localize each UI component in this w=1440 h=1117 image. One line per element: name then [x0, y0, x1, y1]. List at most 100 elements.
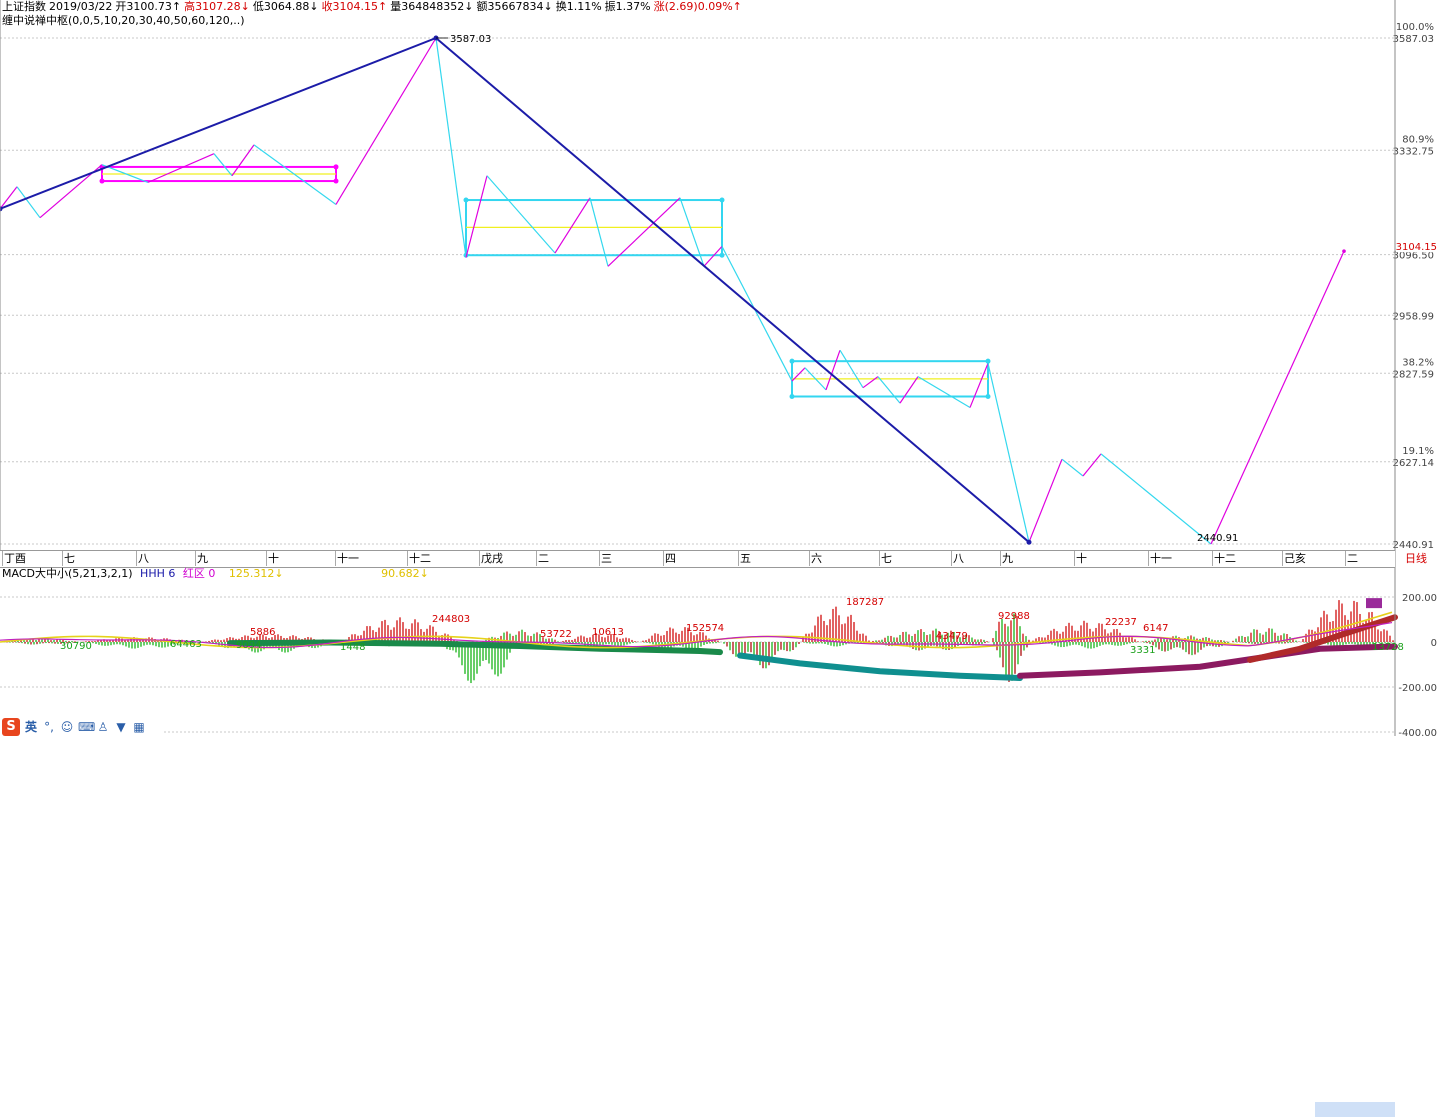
- macd-axis-label: -400.00: [1398, 728, 1437, 736]
- stroke-segment: [917, 376, 971, 409]
- macd-peak-label: 6147: [1143, 623, 1169, 634]
- time-separator: [195, 551, 196, 566]
- quote-header: 上证指数 2019/03/22 开3100.73↑ 高3107.28↓ 低3064.88…: [2, 0, 745, 14]
- price-axis-label: 2627.14: [1393, 458, 1434, 469]
- price-axis-label: 2827.59: [1393, 369, 1434, 380]
- time-separator: [951, 551, 952, 566]
- stroke-segment: [435, 37, 467, 258]
- time-separator: [599, 551, 600, 566]
- price-axis-label: 3332.75: [1393, 146, 1434, 157]
- pivot-corner: [719, 252, 725, 258]
- price-axis-label: 2958.99: [1393, 311, 1434, 322]
- time-separator: [407, 551, 408, 566]
- time-tick: 丁酉: [4, 552, 26, 565]
- current-period-highlight: [1315, 1102, 1395, 1117]
- macd-band: [737, 652, 1023, 681]
- ime-mode-label[interactable]: 英: [24, 720, 38, 734]
- stroke-segment: [231, 144, 255, 177]
- macd-peak-label: 152574: [686, 623, 725, 634]
- period-daily-label[interactable]: 日线: [1405, 551, 1427, 566]
- pivot-boxes: [99, 164, 991, 400]
- time-tick: 五: [740, 552, 751, 565]
- pivot-corner: [719, 197, 725, 203]
- time-separator: [1345, 551, 1346, 566]
- indicator-title: 缠中说禅中枢(0,0,5,10,20,30,40,50,60,120,..): [2, 14, 245, 27]
- macd-trough-label: 1448: [340, 642, 366, 653]
- macd-hhh: HHH 6: [140, 567, 176, 580]
- time-tick: 十一: [1150, 552, 1172, 565]
- time-tick: 六: [811, 552, 822, 565]
- percent-label: 38.2%: [1402, 357, 1434, 368]
- stroke-segment: [1082, 453, 1102, 477]
- time-separator: [1212, 551, 1213, 566]
- stroke-segment: [987, 363, 1030, 543]
- stroke-segment: [1028, 458, 1063, 543]
- time-tick: 十一: [337, 552, 359, 565]
- stroke-segment: [825, 349, 841, 391]
- stroke-segment: [16, 186, 41, 219]
- time-tick: 三: [601, 552, 612, 565]
- time-separator: [536, 551, 537, 566]
- pivot-corner: [789, 394, 795, 400]
- macd-grid: [0, 596, 1395, 733]
- stroke-segment: [147, 153, 215, 183]
- current-price-label: 3104.15: [1396, 242, 1437, 253]
- time-separator: [879, 551, 880, 566]
- time-tick: 八: [953, 552, 964, 565]
- quote-close: 收3104.15↑: [321, 0, 388, 13]
- emoji-icon[interactable]: ☺: [60, 720, 74, 734]
- stroke-segment: [554, 197, 591, 254]
- percent-label: 100.0%: [1396, 22, 1434, 33]
- macd-trough-label: 13728: [1372, 642, 1404, 653]
- macd-peak-label: 53722: [540, 629, 572, 640]
- pivot-corner: [463, 197, 469, 203]
- extreme-label: 2440.91: [1197, 533, 1238, 544]
- price-axis-labels: 3587.032440.913587.033332.753096.502958.…: [436, 22, 1438, 551]
- percent-label: 19.1%: [1402, 446, 1434, 457]
- stroke-segment: [1210, 250, 1345, 545]
- time-separator: [136, 551, 137, 566]
- stroke-segment: [839, 349, 864, 388]
- stroke-segment: [899, 376, 919, 404]
- sogou-logo-icon[interactable]: S: [2, 718, 20, 736]
- time-tick: 四: [665, 552, 676, 565]
- time-axis[interactable]: 丁酉 七 八 九 十 十一 十二 戊戌 二 三 四 五 六 七 八 九 十 十一 十二 己亥 二: [0, 550, 1395, 1117]
- macd-name: MACD大中小(5,21,3,2,1): [2, 567, 133, 580]
- stroke-segment: [877, 376, 901, 404]
- macd-trough-label: 64463: [170, 639, 202, 650]
- time-separator: [335, 551, 336, 566]
- macd-histogram: [0, 598, 1398, 684]
- last-point: [1342, 249, 1346, 253]
- grid-icon[interactable]: ▦: [132, 720, 146, 734]
- macd-peak-label: 92988: [998, 611, 1030, 622]
- time-tick: 十二: [409, 552, 431, 565]
- time-separator: [1000, 551, 1001, 566]
- macd-value-1: 125.312↓: [228, 567, 284, 580]
- macd-peak-label: 10613: [592, 627, 624, 638]
- stroke-segment: [213, 153, 233, 177]
- ime-toolbar[interactable]: S 英 °, ☺ ⌨ ♙ ▼ ▦: [0, 718, 162, 736]
- macd-axis-label: 0: [1431, 638, 1437, 649]
- keyboard-icon[interactable]: ⌨: [78, 720, 95, 734]
- time-tick: 七: [881, 552, 892, 565]
- time-separator: [738, 551, 739, 566]
- shirt-icon[interactable]: ▼: [114, 720, 128, 734]
- time-tick: 十二: [1214, 552, 1236, 565]
- user-icon[interactable]: ♙: [96, 720, 110, 734]
- segment-point: [1026, 539, 1032, 545]
- time-separator: [663, 551, 664, 566]
- time-tick: 十: [268, 552, 279, 565]
- quote-high: 高3107.28↓: [184, 0, 250, 13]
- time-separator: [479, 551, 480, 566]
- macd-trough-label: 3331: [1130, 645, 1156, 656]
- pivot-corner: [985, 358, 991, 364]
- price-grid: [0, 37, 1395, 545]
- time-tick: 七: [64, 552, 75, 565]
- quote-volume: 量364848352↓: [390, 0, 474, 13]
- time-separator: [1074, 551, 1075, 566]
- macd-value-2: 90.682↓: [381, 567, 429, 580]
- stroke-segment: [703, 245, 723, 267]
- stroke-segment: [721, 246, 793, 382]
- punct-icon[interactable]: °,: [42, 720, 56, 734]
- time-separator: [62, 551, 63, 566]
